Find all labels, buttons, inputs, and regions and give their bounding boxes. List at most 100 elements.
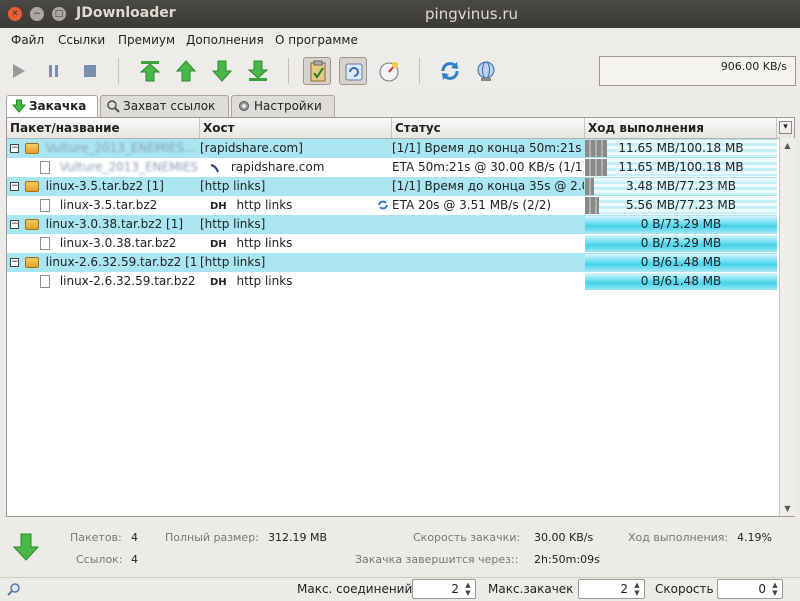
table-row[interactable]: − linux-2.6.32.59.tar.bz2 [1] [http link… — [7, 253, 777, 272]
links-label: Ссылок: — [76, 553, 123, 566]
download-speed-value: 30.00 KB/s — [534, 531, 594, 544]
globe-icon — [477, 61, 495, 81]
maximize-window-button[interactable]: □ — [52, 7, 66, 21]
column-chooser-icon[interactable]: ▾ — [779, 121, 792, 134]
move-bottom-button[interactable] — [244, 57, 272, 85]
menu-links[interactable]: Ссылки — [58, 33, 105, 47]
status-cell — [392, 234, 584, 253]
speed-limit-button[interactable] — [375, 57, 403, 85]
scroll-up-icon[interactable]: ▲ — [780, 138, 795, 153]
file-icon — [40, 199, 50, 212]
max-downloads-value: 2 — [620, 582, 628, 596]
minimize-window-button[interactable]: − — [30, 7, 44, 21]
vertical-scrollbar[interactable]: ▲ ▼ — [779, 138, 795, 516]
move-down-button[interactable] — [208, 57, 236, 85]
pause-icon — [49, 65, 58, 77]
menu-addons[interactable]: Дополнения — [186, 33, 264, 47]
refresh-button[interactable] — [436, 57, 464, 85]
rapidshare-icon — [210, 163, 219, 172]
http-host-icon: DH — [210, 201, 227, 212]
max-downloads-stepper[interactable]: 2 ▲ ▼ — [578, 579, 645, 599]
progress-text: 0 B/73.29 MB — [640, 236, 722, 250]
stepper-arrows-icon[interactable]: ▲ ▼ — [632, 581, 642, 597]
file-name: Vulture_2013_ENEMIES... — [59, 160, 198, 174]
collapse-icon[interactable]: − — [10, 144, 19, 153]
table-row[interactable]: − linux-3.5.tar.bz2 [1] [http links] [1/… — [7, 177, 777, 196]
menu-file[interactable]: Файл — [11, 33, 44, 47]
play-button[interactable] — [4, 57, 32, 85]
progress-text: 11.65 MB/100.18 MB — [618, 160, 744, 174]
speed-limit-value: 0 — [758, 582, 766, 596]
packages-value: 4 — [131, 531, 138, 544]
collapse-icon[interactable]: − — [10, 258, 19, 267]
reconnect-toggle-button[interactable] — [339, 57, 367, 85]
file-icon — [40, 237, 50, 250]
progress-value: 4.19% — [737, 531, 772, 544]
menu-about[interactable]: О программе — [275, 33, 358, 47]
eta-label: Закачка завершится через:: — [355, 553, 519, 566]
speed-limit-stepper[interactable]: 0 ▲ ▼ — [717, 579, 783, 599]
host-name: http links — [236, 274, 293, 288]
progress-label: Ход выполнения: — [628, 531, 729, 544]
file-name: linux-2.6.32.59.tar.bz2 — [59, 274, 196, 288]
clipboard-toggle-button[interactable] — [303, 57, 331, 85]
tab-downloads[interactable]: Закачка — [6, 95, 98, 118]
scroll-down-icon[interactable]: ▼ — [780, 501, 795, 516]
collapse-icon[interactable]: − — [10, 220, 19, 229]
progress-text: 0 B/61.48 MB — [640, 274, 722, 288]
tab-settings[interactable]: Настройки — [231, 95, 335, 117]
progress-text: 5.56 MB/77.23 MB — [626, 198, 736, 212]
close-window-button[interactable]: ✕ — [8, 7, 22, 21]
package-icon — [24, 219, 39, 230]
http-host-icon: DH — [210, 239, 227, 250]
move-top-button[interactable] — [136, 57, 164, 85]
column-header-progress[interactable]: Ход выполнения — [585, 118, 777, 138]
stop-button[interactable] — [76, 57, 104, 85]
column-header-name[interactable]: Пакет/название — [7, 118, 200, 138]
tab-linkgrabber-label: Захват ссылок — [123, 99, 216, 113]
table-row[interactable]: linux-3.5.tar.bz2 DH http links ETA 20s … — [7, 196, 777, 215]
table-row[interactable]: linux-3.0.38.tar.bz2 DH http links 0 B/7… — [7, 234, 777, 253]
stepper-arrows-icon[interactable]: ▲ ▼ — [463, 581, 473, 597]
status-cell — [392, 215, 584, 234]
pause-button[interactable] — [40, 57, 68, 85]
host-cell: [rapidshare.com] — [200, 141, 303, 155]
network-button[interactable] — [472, 57, 500, 85]
menu-bar: Файл Ссылки Премиум Дополнения О програм… — [0, 28, 800, 52]
host-name: http links — [236, 236, 293, 250]
table-row[interactable]: linux-2.6.32.59.tar.bz2 DH http links 0 … — [7, 272, 777, 291]
table-row[interactable]: − Vulture_2013_ENEMIES... [rapidshare.co… — [7, 139, 777, 158]
host-name: rapidshare.com — [230, 160, 325, 174]
menu-premium[interactable]: Премиум — [118, 33, 175, 47]
collapse-icon[interactable]: − — [10, 182, 19, 191]
arrow-down-icon — [211, 60, 233, 82]
progress-text: 0 B/61.48 MB — [640, 255, 722, 269]
tab-linkgrabber[interactable]: Захват ссылок — [100, 95, 229, 117]
speed-limit-label: Скорость — [655, 582, 714, 596]
tab-settings-label: Настройки — [254, 99, 322, 113]
reconnect-icon — [345, 63, 363, 81]
gear-icon — [239, 101, 249, 111]
package-name: Vulture_2013_ENEMIES... — [45, 141, 196, 155]
speed-meter: 906.00 KB/s — [599, 56, 796, 86]
package-icon — [24, 257, 39, 268]
max-connections-stepper[interactable]: 2 ▲ ▼ — [412, 579, 476, 599]
table-row[interactable]: − linux-3.0.38.tar.bz2 [1] [http links] … — [7, 215, 777, 234]
package-name: linux-3.0.38.tar.bz2 [1] — [45, 217, 184, 231]
column-header-host[interactable]: Хост — [200, 118, 392, 138]
progress-text: 11.65 MB/100.18 MB — [618, 141, 744, 155]
file-name: linux-3.0.38.tar.bz2 — [59, 236, 177, 250]
move-up-button[interactable] — [172, 57, 200, 85]
arrow-top-icon — [139, 61, 161, 82]
tab-downloads-label: Закачка — [29, 99, 87, 113]
http-host-icon: DH — [210, 277, 227, 288]
stepper-arrows-icon[interactable]: ▲ ▼ — [770, 581, 780, 597]
site-title: pingvinus.ru — [425, 5, 519, 23]
title-bar: ✕ − □ JDownloader pingvinus.ru — [0, 0, 800, 28]
file-icon — [40, 275, 50, 288]
search-icon[interactable] — [6, 581, 22, 597]
arrow-bottom-icon — [247, 60, 269, 81]
package-name: linux-3.5.tar.bz2 [1] — [45, 179, 164, 193]
table-row[interactable]: Vulture_2013_ENEMIES... rapidshare.com E… — [7, 158, 777, 177]
column-header-status[interactable]: Статус — [392, 118, 585, 138]
